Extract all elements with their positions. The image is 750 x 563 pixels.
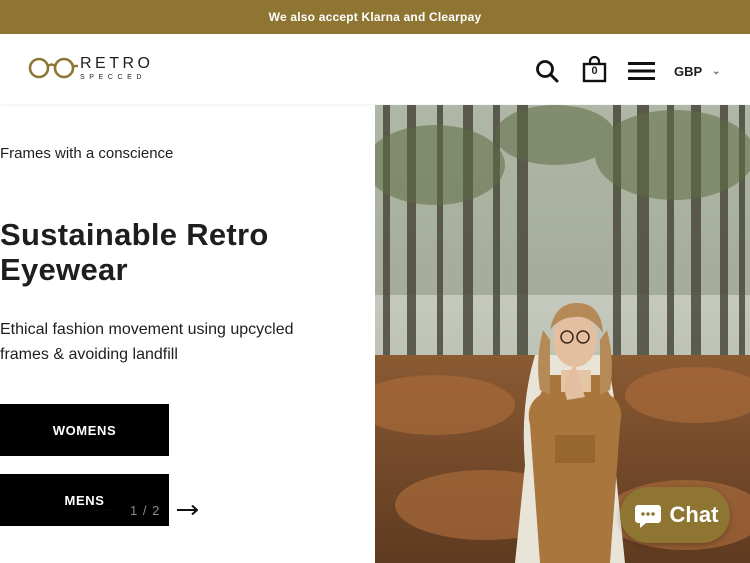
cart-count: 0: [591, 65, 598, 77]
hamburger-icon[interactable]: [628, 61, 655, 81]
chevron-down-icon: ⌄: [712, 66, 721, 77]
site-header: RETRO SPECCED 0 GBP ⌄: [0, 34, 750, 104]
womens-button[interactable]: WOMENS: [0, 404, 169, 456]
glasses-logo-icon: [28, 57, 78, 79]
announcement-text: We also accept Klarna and Clearpay: [268, 10, 482, 24]
search-icon[interactable]: [535, 59, 559, 83]
hero-title: Sustainable Retro Eyewear: [0, 217, 269, 287]
slider-controls: 1 / 2: [92, 501, 199, 519]
announcement-bar: We also accept Klarna and Clearpay: [0, 0, 750, 34]
logo-wordmark: RETRO: [80, 54, 154, 72]
cart-button[interactable]: 0: [582, 55, 607, 83]
hero-eyebrow: Frames with a conscience: [0, 145, 174, 162]
logo-subword: SPECCED: [80, 73, 147, 81]
currency-selector[interactable]: GBP ⌄: [674, 64, 721, 79]
currency-label: GBP: [674, 64, 703, 79]
arrow-left-icon[interactable]: [92, 505, 114, 515]
chat-bubble-icon: [634, 505, 661, 528]
arrow-right-icon[interactable]: [176, 505, 199, 515]
hero-content: Frames with a conscience Sustainable Ret…: [0, 105, 375, 563]
hero-description: Ethical fashion movement using upcycled …: [0, 321, 294, 363]
chat-button[interactable]: Chat: [620, 487, 730, 543]
chat-label: Chat: [669, 502, 719, 527]
brand-logo[interactable]: RETRO SPECCED: [28, 54, 154, 82]
slide-counter: 1 / 2: [130, 502, 161, 518]
